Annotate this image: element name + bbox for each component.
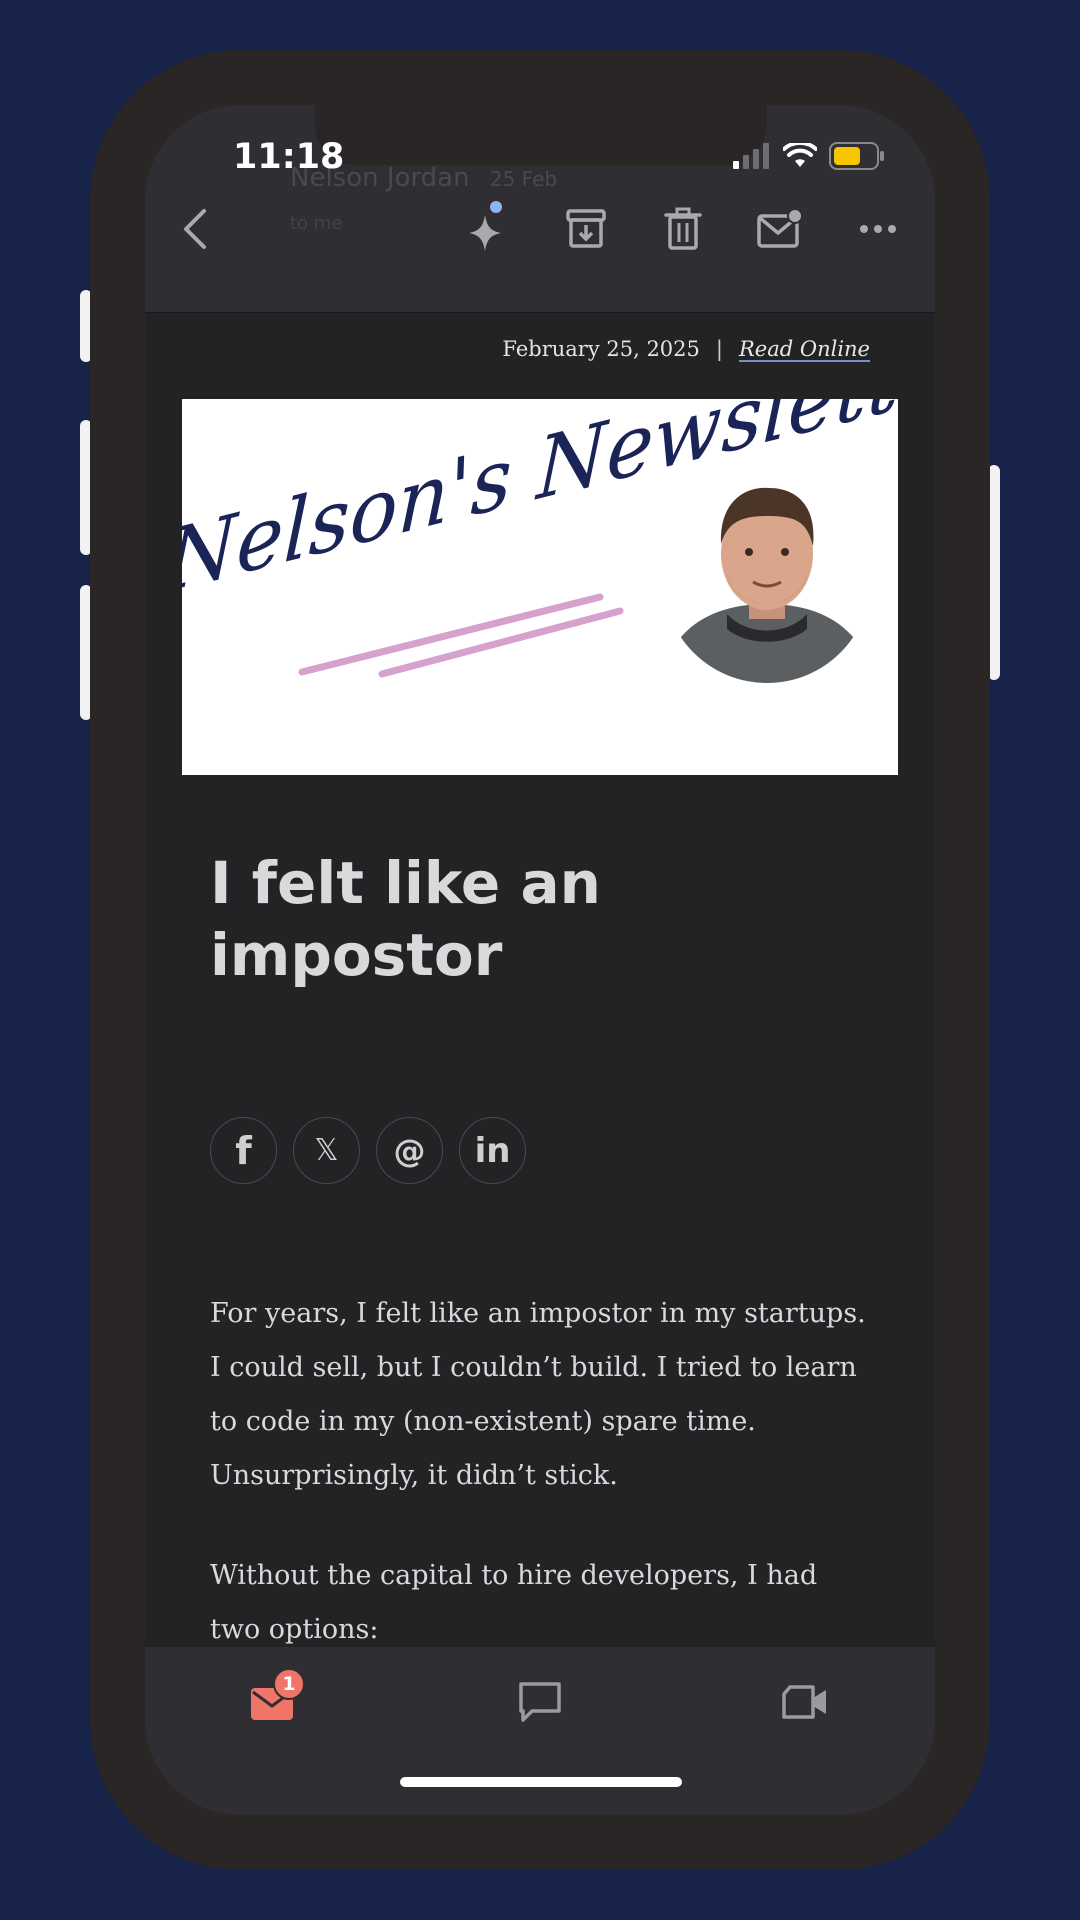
paragraph-3: Without the capital to hire developers, … <box>210 1560 818 1645</box>
email-meta: February 25, 2025 | Read Online <box>502 337 870 361</box>
more-icon <box>860 225 896 233</box>
battery-icon <box>829 142 884 170</box>
back-button[interactable] <box>167 201 223 257</box>
ai-summary-button[interactable] <box>460 201 516 257</box>
header-sub-ghost: to me <box>290 213 343 234</box>
trash-icon <box>664 207 702 250</box>
linkedin-share-button[interactable]: in <box>459 1117 526 1184</box>
phone-screen: Nelson Jordan 25 Feb to me 11:18 Februar… <box>145 105 935 1815</box>
facebook-icon: f <box>235 1128 252 1173</box>
video-camera-icon <box>782 1685 826 1719</box>
mark-unread-button[interactable] <box>752 201 808 257</box>
ghost-date: 25 Feb <box>489 167 558 191</box>
linkedin-icon: in <box>474 1130 511 1171</box>
more-button[interactable] <box>850 201 906 257</box>
status-icons <box>731 141 885 171</box>
x-share-button[interactable]: 𝕏 <box>293 1117 360 1184</box>
read-online-link[interactable]: Read Online <box>739 337 870 361</box>
tab-chat[interactable] <box>500 1662 580 1742</box>
phone-frame: Nelson Jordan 25 Feb to me 11:18 Februar… <box>90 50 990 1870</box>
email-title: I felt like an impostor <box>210 849 601 989</box>
author-photo <box>667 475 867 683</box>
tab-mail[interactable]: 1 <box>233 1662 313 1742</box>
archive-button[interactable] <box>558 201 614 257</box>
home-indicator <box>400 1777 682 1787</box>
status-time: 11:18 <box>233 137 345 177</box>
x-icon: 𝕏 <box>314 1133 339 1168</box>
wifi-icon <box>783 143 817 167</box>
chevron-left-icon <box>184 209 206 249</box>
sparkle-icon <box>469 201 502 251</box>
cellular-signal-icon <box>733 143 769 169</box>
paragraph-1: For years, I felt like an impostor in my… <box>210 1298 866 1437</box>
paragraph-2: Unsurprisingly, it didn’t stick. <box>210 1460 618 1491</box>
mail-badge: 1 <box>273 1668 305 1700</box>
meta-separator: | <box>715 337 723 361</box>
bottom-tab-bar: 1 <box>145 1647 935 1815</box>
archive-icon <box>566 209 606 248</box>
mail-unread-icon <box>757 208 803 248</box>
facebook-share-button[interactable]: f <box>210 1117 277 1184</box>
chat-icon <box>519 1682 561 1722</box>
delete-button[interactable] <box>655 201 711 257</box>
notch <box>315 105 767 165</box>
threads-share-button[interactable]: @ <box>376 1117 443 1184</box>
tab-meet[interactable] <box>765 1662 845 1742</box>
email-date: February 25, 2025 <box>502 337 700 361</box>
threads-icon: @ <box>393 1131 426 1170</box>
newsletter-banner: Nelson's Newsletter <box>163 307 935 775</box>
social-share-row: f 𝕏 @ in <box>210 1117 526 1184</box>
